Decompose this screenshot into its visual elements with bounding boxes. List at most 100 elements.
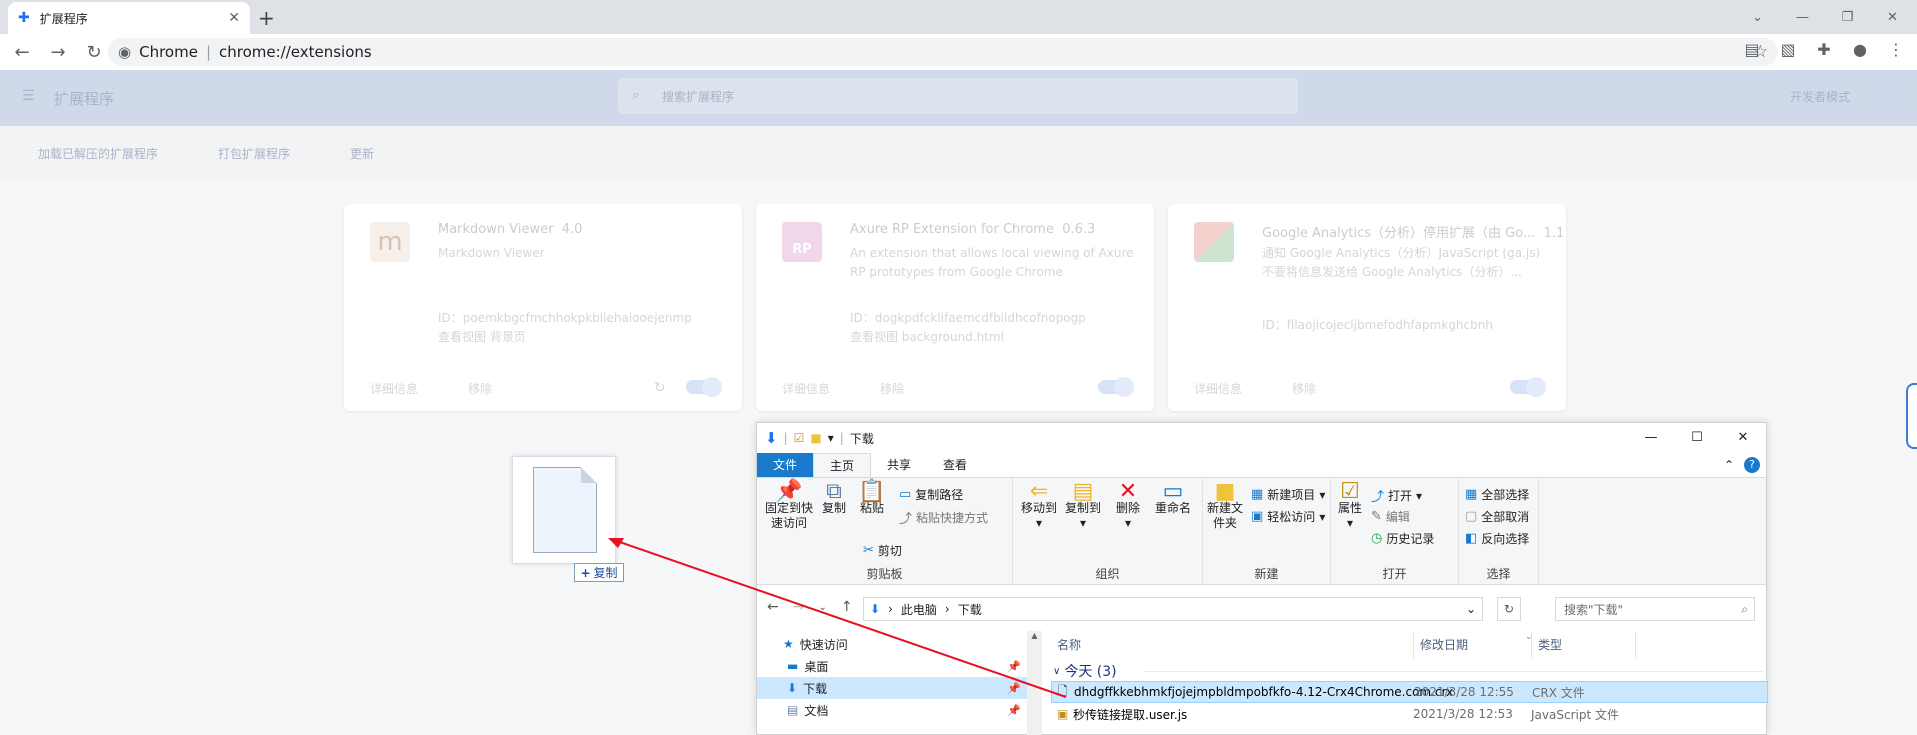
extension-enable-toggle[interactable] <box>686 377 722 397</box>
tab-view[interactable]: 查看 <box>927 453 983 477</box>
new-group: ■ 新建文件夹 ▦ 新建项目 ▾ ▣ 轻松访问 ▾ 新建 <box>1203 478 1331 586</box>
profile-avatar-icon[interactable]: ● <box>1849 40 1871 59</box>
column-type[interactable]: 类型 <box>1531 631 1562 659</box>
paste-button[interactable]: 📋 粘贴 <box>857 481 887 516</box>
load-unpacked-button[interactable]: 加载已解压的扩展程序 <box>38 145 158 162</box>
download-arrow-icon: ⬇ <box>765 429 778 447</box>
remove-button[interactable]: 移除 <box>1292 380 1316 397</box>
move-to-button[interactable]: ⇐ 移动到 ▾ <box>1019 481 1059 531</box>
collapse-ribbon-icon[interactable]: ⌃ <box>1724 453 1734 477</box>
tab-file[interactable]: 文件 <box>757 453 814 477</box>
file-row[interactable]: ▣ 秒传链接提取.user.js 2021/3/28 12:53 JavaScr… <box>1051 703 1768 725</box>
remove-button[interactable]: 移除 <box>468 380 492 397</box>
puzzle-icon[interactable]: ✚ <box>1813 40 1835 59</box>
path-segment[interactable]: 下载 <box>958 601 982 618</box>
group-label: 剪贴板 <box>866 567 903 581</box>
properties-quick-icon[interactable]: ☑ <box>794 431 805 445</box>
refresh-button[interactable]: ↻ <box>1497 597 1521 621</box>
new-item-button[interactable]: ▦ 新建项目 ▾ <box>1251 486 1325 503</box>
path-segment[interactable]: 此电脑 <box>901 601 937 618</box>
tab-share[interactable]: 共享 <box>871 453 927 477</box>
pack-extension-button[interactable]: 打包扩展程序 <box>218 145 290 162</box>
select-none-button[interactable]: ▢ 全部取消 <box>1465 508 1529 525</box>
file-date: 2021/3/28 12:53 <box>1413 707 1513 721</box>
invert-selection-icon: ◧ <box>1465 531 1478 546</box>
new-tab-button[interactable]: + <box>258 6 275 30</box>
side-panel-handle[interactable] <box>1906 383 1917 449</box>
back-button[interactable]: ← <box>8 42 36 63</box>
menu-kebab-icon[interactable]: ⋮ <box>1885 40 1907 59</box>
edit-button[interactable]: ✎ 编辑 <box>1371 508 1410 525</box>
minimize-button[interactable]: — <box>1780 10 1825 25</box>
extension-enable-toggle[interactable] <box>1510 377 1546 397</box>
pin-quick-access-button[interactable]: 📌 固定到快速访问 <box>763 481 815 531</box>
group-header-today[interactable]: ∨ 今天 (3) <box>1053 661 1117 681</box>
new-folder-button[interactable]: ■ 新建文件夹 <box>1207 481 1243 531</box>
extension-description: An extension that allows local viewing o… <box>850 246 1134 279</box>
open-button[interactable]: ⤴ 打开 ▾ <box>1371 486 1422 506</box>
details-button[interactable]: 详细信息 <box>1194 380 1242 397</box>
extension-name: Axure RP Extension for Chrome <box>850 222 1054 237</box>
copy-path-icon: ▭ <box>899 487 912 502</box>
organize-group: ⇐ 移动到 ▾ ▤ 复制到 ▾ ✕ 删除 ▾ ▭ 重命名 组织 <box>1013 478 1203 586</box>
omnibox[interactable]: ◉ Chrome | chrome://extensions ☆ <box>108 38 1778 66</box>
column-date[interactable]: 修改日期 <box>1413 631 1468 659</box>
folder-quick-icon[interactable]: ■ <box>810 431 821 445</box>
paste-shortcut-button[interactable]: ⤴ 粘贴快捷方式 <box>899 508 988 527</box>
history-button[interactable]: ◷ 历史记录 <box>1371 530 1434 547</box>
file-row[interactable]: 🗋 dhdgffkkebhmkfjojejmpbldmpobfkfo-4.12-… <box>1051 681 1768 703</box>
copy-path-button[interactable]: ▭ 复制路径 <box>899 486 963 503</box>
tab-search-icon[interactable]: ⌄ <box>1735 10 1780 25</box>
forward-button[interactable]: → <box>44 42 72 63</box>
nav-item-desktop[interactable]: ▬ 桌面 📌 <box>757 655 1027 677</box>
help-icon[interactable]: ? <box>1744 457 1760 473</box>
nav-item-downloads[interactable]: ⬇ 下载 📌 <box>757 677 1027 699</box>
dev-mode-toggle[interactable] <box>1876 92 1904 104</box>
select-all-button[interactable]: ▦ 全部选择 <box>1465 486 1529 503</box>
details-button[interactable]: 详细信息 <box>782 380 830 397</box>
extension-enable-toggle[interactable] <box>1098 377 1134 397</box>
close-button[interactable]: ✕ <box>1720 423 1766 453</box>
hamburger-menu-icon[interactable]: ☰ <box>22 88 35 104</box>
remove-button[interactable]: 移除 <box>880 380 904 397</box>
details-button[interactable]: 详细信息 <box>370 380 418 397</box>
delete-x-icon: ✕ <box>1118 479 1138 504</box>
recent-locations-icon[interactable]: ⌄ <box>818 599 826 617</box>
address-path[interactable]: ⬇ › 此电脑 › 下载 ⌄ <box>863 597 1483 621</box>
axure-logo-icon: RP <box>782 222 822 262</box>
tab-extensions[interactable]: ✚ 扩展程序 ✕ <box>8 2 250 34</box>
chevron-down-icon: ∨ <box>1053 665 1061 677</box>
nav-scrollbar[interactable]: ▲ <box>1027 631 1042 735</box>
maximize-button[interactable]: ☐ <box>1674 423 1720 453</box>
minimize-button[interactable]: — <box>1628 423 1674 453</box>
close-window-button[interactable]: ✕ <box>1870 10 1915 25</box>
extension-icon-2[interactable]: ▧ <box>1777 40 1799 59</box>
forward-button[interactable]: → <box>793 599 805 617</box>
nav-item-quick-access[interactable]: ★ 快速访问 <box>757 633 1027 655</box>
properties-button[interactable]: ☑ 属性 ▾ <box>1333 481 1367 531</box>
quick-access-dropdown-icon[interactable]: ▾ <box>828 431 834 445</box>
nav-item-documents[interactable]: ▤ 文档 📌 <box>757 699 1027 721</box>
reload-button[interactable]: ↻ <box>80 42 108 63</box>
open-icon: ⤴ <box>1371 490 1385 505</box>
easy-access-button[interactable]: ▣ 轻松访问 ▾ <box>1251 508 1325 525</box>
tab-home[interactable]: 主页 <box>813 453 872 477</box>
copy-button[interactable]: ⧉ 复制 <box>819 481 849 516</box>
restore-button[interactable]: ❐ <box>1825 10 1870 25</box>
group-label: 新建 <box>1254 567 1279 581</box>
rename-button[interactable]: ▭ 重命名 <box>1151 481 1195 516</box>
invert-selection-button[interactable]: ◧ 反向选择 <box>1465 530 1529 547</box>
extension-icon-1[interactable]: ▤ <box>1741 40 1763 59</box>
copy-to-button[interactable]: ▤ 复制到 ▾ <box>1063 481 1103 531</box>
delete-button[interactable]: ✕ 删除 ▾ <box>1113 479 1143 531</box>
column-name[interactable]: 名称 <box>1057 631 1081 659</box>
back-button[interactable]: ← <box>767 599 779 617</box>
cut-button[interactable]: ✂ 剪切 <box>863 542 902 559</box>
path-dropdown-icon[interactable]: ⌄ <box>1466 602 1476 616</box>
update-button[interactable]: 更新 <box>350 145 374 162</box>
explorer-search-input[interactable]: 搜索"下载" ⌕ <box>1555 597 1755 621</box>
ribbon: 📌 固定到快速访问 ⧉ 复制 📋 粘贴 ▭ 复制路径 ⤴ 粘贴快捷方式 ✂ 剪切 剪贴板 ⇐… <box>757 477 1766 586</box>
reload-extension-icon[interactable]: ↻ <box>654 380 666 396</box>
close-tab-icon[interactable]: ✕ <box>228 10 240 26</box>
up-button[interactable]: ↑ <box>841 599 853 617</box>
